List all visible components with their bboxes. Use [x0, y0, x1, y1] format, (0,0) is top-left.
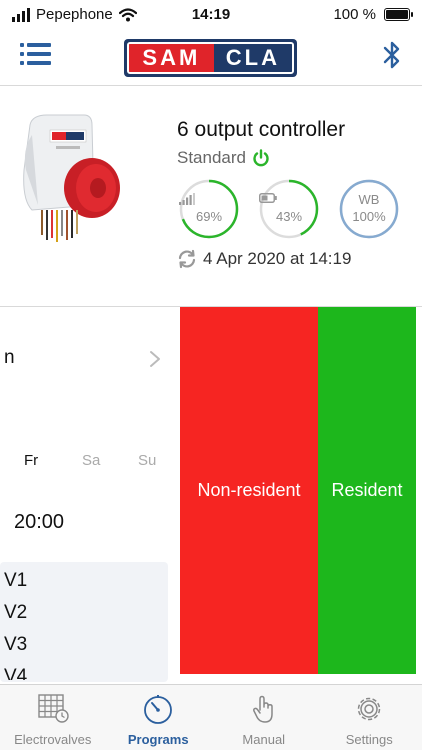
- valve-item[interactable]: V2: [4, 602, 27, 624]
- valve-item[interactable]: V1: [4, 570, 27, 592]
- menu-icon[interactable]: [20, 40, 52, 68]
- program-start-time[interactable]: 20:00: [14, 511, 64, 534]
- day-sunday[interactable]: Su: [138, 452, 156, 469]
- tab-bar: Electrovalves Programs Manual Settings: [0, 684, 422, 750]
- bluetooth-icon[interactable]: [382, 40, 402, 70]
- signal-gauge-value: 69%: [195, 209, 223, 224]
- status-bar: Pepephone 14:19 100 %: [0, 0, 422, 30]
- gear-icon: [358, 697, 381, 721]
- tab-programs-label: Programs: [127, 732, 189, 747]
- resident-label: Resident: [331, 480, 403, 500]
- tab-manual[interactable]: Manual: [211, 685, 317, 750]
- controller-device-image: [23, 114, 120, 242]
- logo-part-right: CLA: [213, 44, 292, 72]
- logo-part-left: SAM: [129, 44, 214, 72]
- wb-gauge: WB 100%: [339, 179, 399, 239]
- battery-gauge-value: 43%: [275, 209, 303, 224]
- wb-gauge-title: WB: [358, 192, 380, 207]
- samcla-logo: SAM CLA: [124, 39, 297, 77]
- resident-action[interactable]: Resident: [318, 307, 416, 674]
- day-saturday[interactable]: Sa: [82, 452, 100, 469]
- program-row-label[interactable]: n: [4, 347, 15, 369]
- device-title: 6 output controller: [177, 118, 346, 141]
- battery-percent: 100 %: [333, 6, 376, 23]
- valve-item[interactable]: V4: [4, 666, 27, 680]
- last-sync-date: 4 Apr 2020 at 14:19: [203, 249, 352, 268]
- tab-electrovalves-label: Electrovalves: [14, 732, 92, 747]
- wb-gauge-value: 100%: [352, 209, 386, 224]
- valve-item[interactable]: V3: [4, 634, 27, 656]
- tab-manual-label: Manual: [242, 732, 286, 747]
- tab-settings-label: Settings: [345, 732, 393, 747]
- last-sync: 4 Apr 2020 at 14:19: [177, 249, 351, 269]
- device-mode: Standard: [177, 148, 270, 168]
- tab-settings[interactable]: Settings: [317, 685, 422, 750]
- tab-electrovalves[interactable]: Electrovalves: [0, 685, 106, 750]
- signal-gauge: 69%: [179, 179, 239, 239]
- grid-clock-icon: [38, 694, 69, 723]
- chevron-right-icon[interactable]: [149, 350, 161, 368]
- app-header: SAM CLA: [0, 30, 422, 86]
- power-icon: [253, 149, 269, 167]
- day-friday[interactable]: Fr: [24, 452, 38, 469]
- valve-list: V1 V2 V3 V4: [0, 562, 168, 682]
- status-right: 100 %: [333, 6, 413, 23]
- battery-icon: [384, 8, 413, 21]
- hand-pointer-icon: [252, 695, 273, 723]
- sync-icon[interactable]: [177, 249, 197, 269]
- status-gauges: 69% 43% WB 100%: [179, 179, 399, 239]
- timer-icon: [144, 695, 173, 724]
- tab-programs[interactable]: Programs: [106, 685, 212, 750]
- non-resident-action[interactable]: Non-resident: [180, 307, 318, 674]
- battery-gauge: 43%: [259, 179, 319, 239]
- non-resident-label: Non-resident: [197, 480, 301, 500]
- device-mode-label: Standard: [177, 148, 246, 167]
